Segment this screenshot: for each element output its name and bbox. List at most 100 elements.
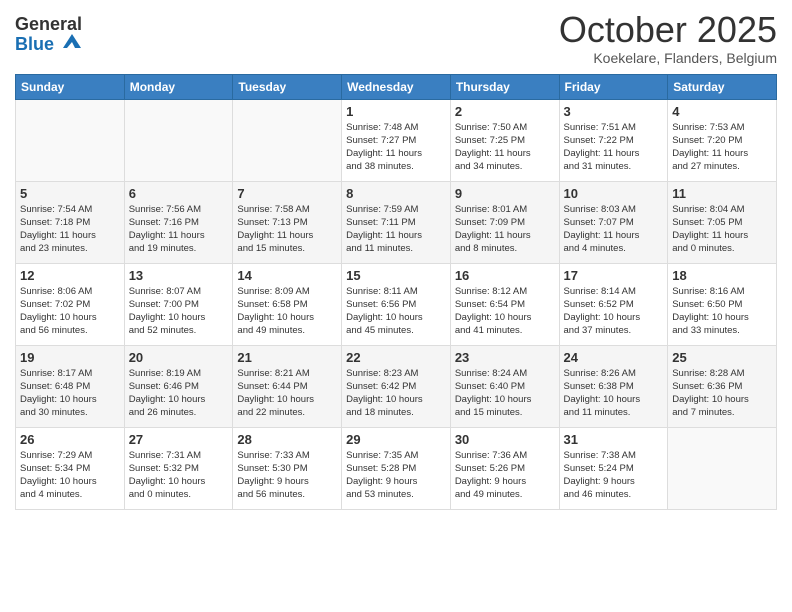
- day-number: 17: [564, 268, 664, 283]
- day-number: 19: [20, 350, 120, 365]
- day-info: Sunrise: 8:24 AM Sunset: 6:40 PM Dayligh…: [455, 367, 555, 420]
- day-info: Sunrise: 7:53 AM Sunset: 7:20 PM Dayligh…: [672, 121, 772, 174]
- week-row-1: 5Sunrise: 7:54 AM Sunset: 7:18 PM Daylig…: [16, 181, 777, 263]
- week-row-2: 12 Sunrise: 8:06 AM Sunset: 7:02 PM Dayli…: [16, 263, 777, 345]
- day-info: Sunrise: 8:14 AM Sunset: 6:52 PM Dayligh…: [564, 285, 664, 338]
- day-info: Sunrise: 7:33 AM Sunset: 5:30 PM Dayligh…: [237, 449, 337, 502]
- calendar-cell: 13Sunrise: 8:07 AM Sunset: 7:00 PM Dayli…: [124, 263, 233, 345]
- day-number: 20: [129, 350, 229, 365]
- title-area: October 2025 Koekelare, Flanders, Belgiu…: [559, 10, 777, 66]
- day-number: 12: [20, 268, 120, 283]
- calendar-cell: 29Sunrise: 7:35 AM Sunset: 5:28 PM Dayli…: [342, 427, 451, 509]
- weekday-header-tuesday: Tuesday: [233, 74, 342, 99]
- calendar-cell: [233, 99, 342, 181]
- header: General Blue October 2025 Koekelare, Fla…: [15, 10, 777, 66]
- calendar-cell: 30 Sunrise: 7:36 AM Sunset: 5:26 PM Dayli…: [450, 427, 559, 509]
- calendar-cell: 22 Sunrise: 8:23 AM Sunset: 6:42 PM Dayli…: [342, 345, 451, 427]
- calendar-cell: 15 Sunrise: 8:11 AM Sunset: 6:56 PM Dayli…: [342, 263, 451, 345]
- day-number: 3: [564, 104, 664, 119]
- day-info: Sunrise: 7:50 AM Sunset: 7:25 PM Dayligh…: [455, 121, 555, 174]
- day-info: Sunrise: 8:26 AM Sunset: 6:38 PM Dayligh…: [564, 367, 664, 420]
- calendar-cell: 17 Sunrise: 8:14 AM Sunset: 6:52 PM Dayli…: [559, 263, 668, 345]
- day-number: 25: [672, 350, 772, 365]
- calendar-cell: [16, 99, 125, 181]
- calendar-cell: 28 Sunrise: 7:33 AM Sunset: 5:30 PM Dayli…: [233, 427, 342, 509]
- day-number: 26: [20, 432, 120, 447]
- day-number: 21: [237, 350, 337, 365]
- day-number: 14: [237, 268, 337, 283]
- logo-text: General Blue: [15, 15, 83, 55]
- day-number: 6: [129, 186, 229, 201]
- day-number: 11: [672, 186, 772, 201]
- logo-icon: [61, 30, 83, 52]
- calendar-cell: 14 Sunrise: 8:09 AM Sunset: 6:58 PM Dayli…: [233, 263, 342, 345]
- day-info: Sunrise: 8:06 AM Sunset: 7:02 PM Dayligh…: [20, 285, 120, 338]
- day-number: 15: [346, 268, 446, 283]
- day-number: 5: [20, 186, 120, 201]
- calendar-cell: 4Sunrise: 7:53 AM Sunset: 7:20 PM Daylig…: [668, 99, 777, 181]
- day-number: 1: [346, 104, 446, 119]
- calendar-cell: 21 Sunrise: 8:21 AM Sunset: 6:44 PM Dayli…: [233, 345, 342, 427]
- weekday-header-saturday: Saturday: [668, 74, 777, 99]
- day-number: 24: [564, 350, 664, 365]
- day-number: 30: [455, 432, 555, 447]
- calendar-cell: 6Sunrise: 7:56 AM Sunset: 7:16 PM Daylig…: [124, 181, 233, 263]
- calendar-cell: 12 Sunrise: 8:06 AM Sunset: 7:02 PM Dayli…: [16, 263, 125, 345]
- month-title: October 2025: [559, 10, 777, 50]
- calendar-cell: 9Sunrise: 8:01 AM Sunset: 7:09 PM Daylig…: [450, 181, 559, 263]
- calendar-cell: 31 Sunrise: 7:38 AM Sunset: 5:24 PM Dayli…: [559, 427, 668, 509]
- day-info: Sunrise: 8:12 AM Sunset: 6:54 PM Dayligh…: [455, 285, 555, 338]
- day-info: Sunrise: 8:19 AM Sunset: 6:46 PM Dayligh…: [129, 367, 229, 420]
- calendar-cell: 7Sunrise: 7:58 AM Sunset: 7:13 PM Daylig…: [233, 181, 342, 263]
- calendar-cell: 2 Sunrise: 7:50 AM Sunset: 7:25 PM Daylig…: [450, 99, 559, 181]
- weekday-header-wednesday: Wednesday: [342, 74, 451, 99]
- day-info: Sunrise: 8:16 AM Sunset: 6:50 PM Dayligh…: [672, 285, 772, 338]
- weekday-header-thursday: Thursday: [450, 74, 559, 99]
- calendar-cell: 8Sunrise: 7:59 AM Sunset: 7:11 PM Daylig…: [342, 181, 451, 263]
- day-info: Sunrise: 8:03 AM Sunset: 7:07 PM Dayligh…: [564, 203, 664, 256]
- calendar-cell: [668, 427, 777, 509]
- calendar-cell: 26Sunrise: 7:29 AM Sunset: 5:34 PM Dayli…: [16, 427, 125, 509]
- calendar-cell: 18Sunrise: 8:16 AM Sunset: 6:50 PM Dayli…: [668, 263, 777, 345]
- day-info: Sunrise: 8:17 AM Sunset: 6:48 PM Dayligh…: [20, 367, 120, 420]
- day-number: 22: [346, 350, 446, 365]
- day-info: Sunrise: 8:07 AM Sunset: 7:00 PM Dayligh…: [129, 285, 229, 338]
- day-number: 10: [564, 186, 664, 201]
- day-info: Sunrise: 8:09 AM Sunset: 6:58 PM Dayligh…: [237, 285, 337, 338]
- calendar-cell: [124, 99, 233, 181]
- day-info: Sunrise: 8:23 AM Sunset: 6:42 PM Dayligh…: [346, 367, 446, 420]
- day-number: 28: [237, 432, 337, 447]
- calendar-table: SundayMondayTuesdayWednesdayThursdayFrid…: [15, 74, 777, 510]
- day-info: Sunrise: 7:36 AM Sunset: 5:26 PM Dayligh…: [455, 449, 555, 502]
- calendar-cell: 11Sunrise: 8:04 AM Sunset: 7:05 PM Dayli…: [668, 181, 777, 263]
- day-info: Sunrise: 7:38 AM Sunset: 5:24 PM Dayligh…: [564, 449, 664, 502]
- logo-blue: Blue: [15, 35, 83, 55]
- calendar-cell: 27Sunrise: 7:31 AM Sunset: 5:32 PM Dayli…: [124, 427, 233, 509]
- day-info: Sunrise: 7:35 AM Sunset: 5:28 PM Dayligh…: [346, 449, 446, 502]
- week-row-4: 26Sunrise: 7:29 AM Sunset: 5:34 PM Dayli…: [16, 427, 777, 509]
- day-info: Sunrise: 8:21 AM Sunset: 6:44 PM Dayligh…: [237, 367, 337, 420]
- day-info: Sunrise: 8:28 AM Sunset: 6:36 PM Dayligh…: [672, 367, 772, 420]
- day-info: Sunrise: 7:31 AM Sunset: 5:32 PM Dayligh…: [129, 449, 229, 502]
- page: General Blue October 2025 Koekelare, Fla…: [0, 0, 792, 612]
- calendar-cell: 24 Sunrise: 8:26 AM Sunset: 6:38 PM Dayli…: [559, 345, 668, 427]
- calendar-cell: 23Sunrise: 8:24 AM Sunset: 6:40 PM Dayli…: [450, 345, 559, 427]
- calendar-cell: 3 Sunrise: 7:51 AM Sunset: 7:22 PM Daylig…: [559, 99, 668, 181]
- location: Koekelare, Flanders, Belgium: [559, 50, 777, 66]
- calendar-cell: 19 Sunrise: 8:17 AM Sunset: 6:48 PM Dayli…: [16, 345, 125, 427]
- weekday-header-row: SundayMondayTuesdayWednesdayThursdayFrid…: [16, 74, 777, 99]
- day-info: Sunrise: 7:59 AM Sunset: 7:11 PM Dayligh…: [346, 203, 446, 256]
- calendar-cell: 1 Sunrise: 7:48 AM Sunset: 7:27 PM Daylig…: [342, 99, 451, 181]
- day-number: 2: [455, 104, 555, 119]
- weekday-header-monday: Monday: [124, 74, 233, 99]
- day-info: Sunrise: 7:51 AM Sunset: 7:22 PM Dayligh…: [564, 121, 664, 174]
- day-number: 16: [455, 268, 555, 283]
- week-row-0: 1 Sunrise: 7:48 AM Sunset: 7:27 PM Daylig…: [16, 99, 777, 181]
- weekday-header-friday: Friday: [559, 74, 668, 99]
- calendar-cell: 20 Sunrise: 8:19 AM Sunset: 6:46 PM Dayli…: [124, 345, 233, 427]
- day-number: 31: [564, 432, 664, 447]
- day-info: Sunrise: 7:48 AM Sunset: 7:27 PM Dayligh…: [346, 121, 446, 174]
- day-number: 9: [455, 186, 555, 201]
- day-info: Sunrise: 7:58 AM Sunset: 7:13 PM Dayligh…: [237, 203, 337, 256]
- day-info: Sunrise: 8:11 AM Sunset: 6:56 PM Dayligh…: [346, 285, 446, 338]
